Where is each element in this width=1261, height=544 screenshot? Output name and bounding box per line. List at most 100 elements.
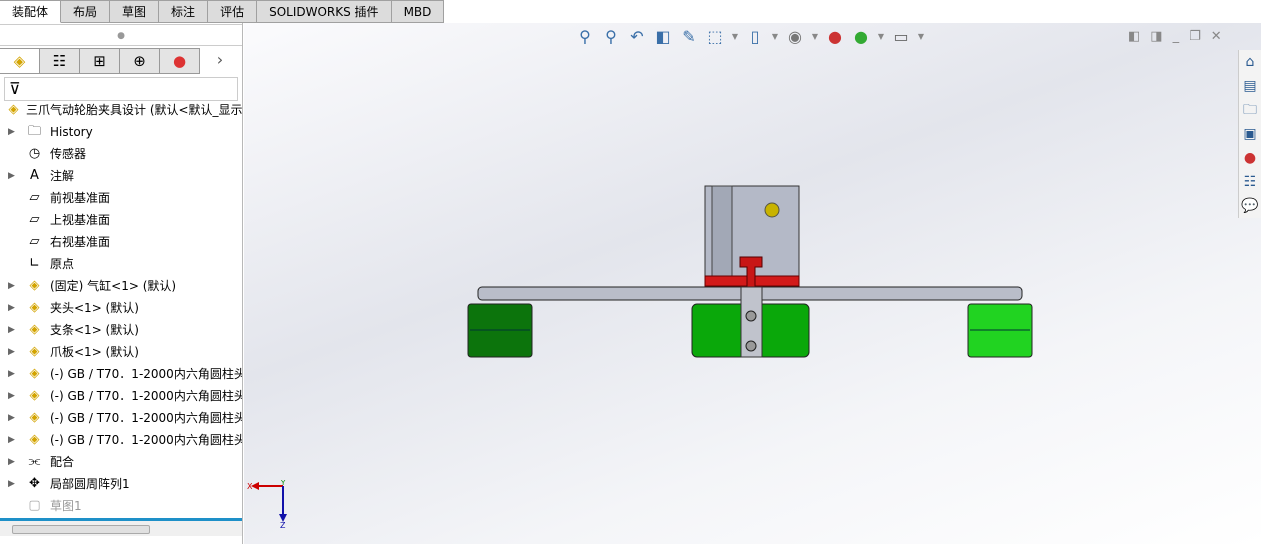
feature-manager-tab[interactable]: ◈: [0, 48, 40, 74]
tree-item-label: 上视基准面: [50, 213, 111, 227]
tree-item[interactable]: ▶ ◈ (-) GB / T70．1-2000内六角圆柱头: [0, 363, 242, 385]
hide-show-icon[interactable]: ◉: [785, 27, 805, 47]
expand-arrow-icon[interactable]: ▶: [8, 451, 15, 473]
more-tabs-chevron-icon[interactable]: ›: [200, 48, 240, 74]
tree-item[interactable]: ▶ ◈ 爪板<1> (默认): [0, 341, 242, 363]
close-icon[interactable]: ✕: [1211, 29, 1222, 44]
collapse-right-icon[interactable]: ◨: [1150, 29, 1162, 44]
previous-view-icon[interactable]: ↶: [627, 27, 647, 47]
tree-item[interactable]: ▱ 前视基准面: [0, 187, 242, 209]
tree-item-label: (固定) 气缸<1> (默认): [50, 279, 177, 293]
custom-properties-icon[interactable]: ☷: [1239, 170, 1261, 194]
section-view-icon[interactable]: ◧: [653, 27, 673, 47]
tab-mbd[interactable]: MBD: [391, 0, 445, 23]
tree-item[interactable]: ▶ 🗀 History: [0, 121, 242, 143]
tree-item[interactable]: ▢ 草图1: [0, 495, 242, 517]
tree-item-label: 支条<1> (默认): [50, 323, 139, 337]
tree-item-label: (-) GB / T70．1-2000内六角圆柱头: [50, 389, 242, 403]
model-view: [467, 185, 1033, 358]
tree-item[interactable]: ▱ 上视基准面: [0, 209, 242, 231]
chevron-down-icon[interactable]: ▼: [771, 27, 779, 47]
file-explorer-icon[interactable]: 🗀: [1239, 98, 1261, 122]
view-palette-icon[interactable]: ▣: [1239, 122, 1261, 146]
expand-arrow-icon[interactable]: ▶: [8, 473, 15, 495]
property-manager-tab[interactable]: ☷: [40, 48, 80, 74]
tab-addins[interactable]: SOLIDWORKS 插件: [257, 0, 392, 23]
sensor-icon: ◷: [28, 146, 41, 161]
expand-arrow-icon[interactable]: ▶: [8, 407, 15, 429]
plane-icon: ▱: [29, 190, 40, 205]
tab-evaluate[interactable]: 评估: [208, 0, 258, 23]
feature-manager-panel: ● ◈ ☷ ⊞ ⊕ ● › ⊽ ◈ 三爪气动轮胎夹具设计 (默认<默认_显示 ▶ 🗀…: [0, 23, 243, 544]
horizontal-scrollbar[interactable]: [0, 518, 242, 536]
configuration-manager-tab[interactable]: ⊞: [80, 48, 120, 74]
tree-item[interactable]: ▶ ◈ (-) GB / T70．1-2000内六角圆柱头: [0, 407, 242, 429]
crosshair-icon: ⊕: [133, 52, 146, 70]
zoom-to-fit-icon[interactable]: ⚲: [575, 27, 595, 47]
minimize-icon[interactable]: _: [1173, 29, 1180, 44]
assembly-icon: ◈: [8, 102, 19, 117]
tree-item[interactable]: ▶ ⫘ 配合: [0, 451, 242, 473]
appearances-icon[interactable]: ●: [1239, 146, 1261, 170]
feature-tree: ◈ 三爪气动轮胎夹具设计 (默认<默认_显示 ▶ 🗀 History ◷ 传感器 ▶ A 注解 ▱…: [0, 99, 242, 517]
panel-tabs: ◈ ☷ ⊞ ⊕ ● ›: [0, 48, 242, 74]
tree-item[interactable]: ◷ 传感器: [0, 143, 242, 165]
chevron-down-icon[interactable]: ▼: [917, 27, 925, 47]
expand-arrow-icon[interactable]: ▶: [8, 121, 15, 143]
expand-arrow-icon[interactable]: ▶: [8, 319, 15, 341]
tree-item-label: 局部圆周阵列1: [50, 477, 130, 491]
tab-assembly[interactable]: 装配体: [0, 0, 62, 23]
apply-scene-icon[interactable]: ●: [851, 27, 871, 47]
part-icon: ◈: [29, 300, 40, 315]
tree-item[interactable]: ∟ 原点: [0, 253, 242, 275]
annotation-icon: A: [30, 168, 39, 183]
expand-arrow-icon[interactable]: ▶: [8, 165, 15, 187]
zoom-to-area-icon[interactable]: ⚲: [601, 27, 621, 47]
filter-button[interactable]: ⊽: [4, 77, 238, 101]
tree-root[interactable]: ◈ 三爪气动轮胎夹具设计 (默认<默认_显示: [0, 99, 243, 121]
tab-markup[interactable]: 标注: [159, 0, 209, 23]
scroll-thumb[interactable]: [12, 525, 150, 534]
view-orientation-icon[interactable]: ⬚: [705, 27, 725, 47]
expand-arrow-icon[interactable]: ▶: [8, 275, 15, 297]
expand-arrow-icon[interactable]: ▶: [8, 385, 15, 407]
axis-triad: X Y Z: [247, 479, 287, 528]
x-axis-label: X: [247, 482, 253, 491]
history-folder-icon: 🗀: [27, 124, 41, 139]
expand-arrow-icon[interactable]: ▶: [8, 363, 15, 385]
plane-icon: ▱: [29, 212, 40, 227]
expand-arrow-icon[interactable]: ▶: [8, 297, 15, 319]
edit-appearance-icon[interactable]: ●: [825, 27, 845, 47]
tree-item[interactable]: ▶ ◈ 支条<1> (默认): [0, 319, 242, 341]
home-icon[interactable]: ⌂: [1239, 50, 1261, 74]
part-icon: ◈: [29, 322, 40, 337]
display-manager-tab[interactable]: ●: [160, 48, 200, 74]
tree-item[interactable]: ▶ ◈ (-) GB / T70．1-2000内六角圆柱头: [0, 429, 242, 451]
view-settings-icon[interactable]: ▭: [891, 27, 911, 47]
chevron-down-icon[interactable]: ▼: [731, 27, 739, 47]
display-style-icon[interactable]: ▯: [745, 27, 765, 47]
part-icon: ◈: [29, 388, 40, 403]
tree-item[interactable]: ▶ ◈ (固定) 气缸<1> (默认): [0, 275, 242, 297]
restore-icon[interactable]: ❐: [1189, 29, 1201, 44]
tree-item[interactable]: ▱ 右视基准面: [0, 231, 242, 253]
panel-grip[interactable]: ●: [0, 24, 242, 46]
expand-arrow-icon[interactable]: ▶: [8, 341, 15, 363]
chevron-down-icon[interactable]: ▼: [877, 27, 885, 47]
plane-icon: ▱: [29, 234, 40, 249]
dynamic-annotation-icon[interactable]: ✎: [679, 27, 699, 47]
collapse-left-icon[interactable]: ◧: [1128, 29, 1140, 44]
dimxpert-tab[interactable]: ⊕: [120, 48, 160, 74]
filter-icon: ⊽: [9, 79, 21, 98]
graphics-area[interactable]: ⚲ ⚲ ↶ ◧ ✎ ⬚ ▼ ▯ ▼ ◉ ▼ ● ● ▼ ▭ ▼ ◧ ◨ _ ❐ ✕: [244, 23, 1261, 544]
design-library-icon[interactable]: ▤: [1239, 74, 1261, 98]
tree-item[interactable]: ▶ A 注解: [0, 165, 242, 187]
tab-sketch[interactable]: 草图: [110, 0, 160, 23]
chevron-down-icon[interactable]: ▼: [811, 27, 819, 47]
forum-icon[interactable]: 💬: [1239, 194, 1261, 218]
tab-layout[interactable]: 布局: [61, 0, 111, 23]
tree-item[interactable]: ▶ ◈ 夹头<1> (默认): [0, 297, 242, 319]
tree-item[interactable]: ▶ ◈ (-) GB / T70．1-2000内六角圆柱头: [0, 385, 242, 407]
tree-item[interactable]: ▶ ✥ 局部圆周阵列1: [0, 473, 242, 495]
expand-arrow-icon[interactable]: ▶: [8, 429, 15, 451]
